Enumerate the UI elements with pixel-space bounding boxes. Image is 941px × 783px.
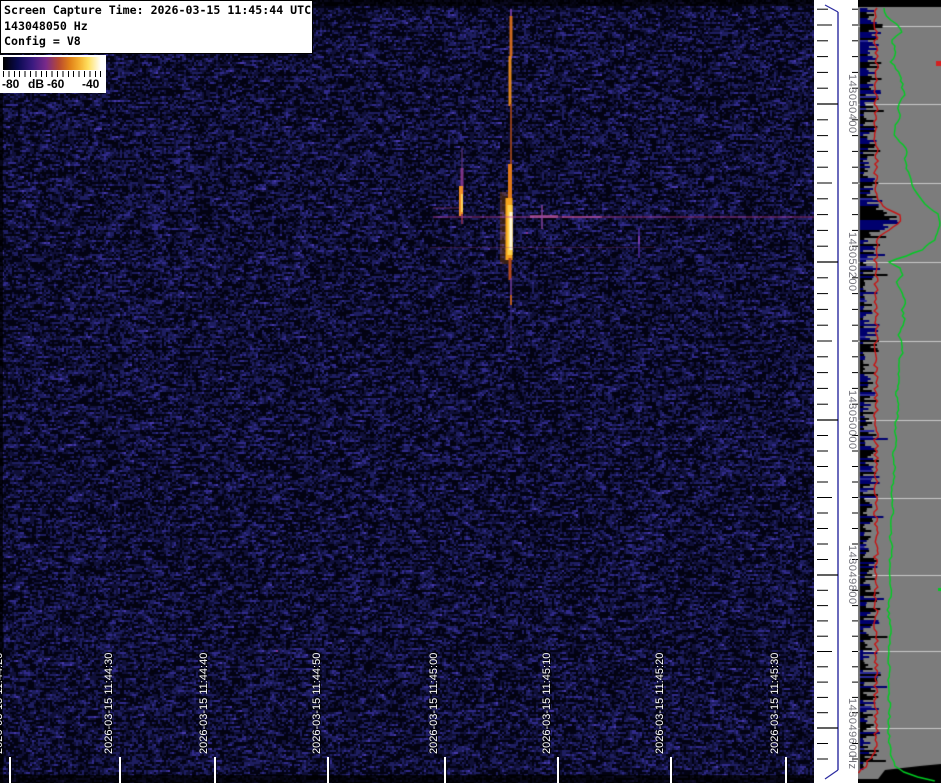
time-tick xyxy=(557,757,559,783)
color-scale-legend: -80 dB -60 -40 xyxy=(0,55,106,93)
freq-unit-label: Hz xyxy=(846,755,858,770)
color-scale-label: -40 xyxy=(82,77,100,91)
color-scale-label: -60 xyxy=(47,77,65,91)
color-scale-label: -80 xyxy=(2,77,20,91)
time-label: 2026-03-15 11:44:50 xyxy=(311,652,323,754)
config-text: Config = V8 xyxy=(4,34,81,48)
time-tick xyxy=(444,757,446,783)
freq-label: 143050400 xyxy=(846,74,858,134)
color-scale-label: dB xyxy=(28,77,44,91)
time-tick xyxy=(327,757,329,783)
capture-time-text: Screen Capture Time: 2026-03-15 11:45:44… xyxy=(4,3,312,17)
frequency-text: 143048050 Hz xyxy=(4,18,88,33)
time-label: 2026-03-15 11:44:20 xyxy=(0,652,5,754)
spectrum-lab-window: 143050400 143050200 143050000 143049800 … xyxy=(0,0,941,783)
freq-label: 143050200 xyxy=(846,232,858,292)
spectrum-graph[interactable] xyxy=(858,0,941,783)
time-label: 2026-03-15 11:45:00 xyxy=(428,652,440,754)
time-label: 2026-03-15 11:45:10 xyxy=(541,652,553,754)
time-tick xyxy=(670,757,672,783)
time-tick xyxy=(9,757,11,783)
freq-label: 143050000 xyxy=(846,390,858,450)
time-tick xyxy=(214,757,216,783)
freq-label: 143049600 xyxy=(846,698,858,758)
time-tick xyxy=(785,757,787,783)
time-label: 2026-03-15 11:44:40 xyxy=(198,652,210,754)
color-scale-gradient xyxy=(3,57,101,70)
time-tick xyxy=(119,757,121,783)
time-label: 2026-03-15 11:44:30 xyxy=(103,652,115,754)
time-label: 2026-03-15 11:45:30 xyxy=(769,652,781,754)
time-label: 2026-03-15 11:45:20 xyxy=(654,652,666,754)
waterfall-spectrogram[interactable] xyxy=(0,0,814,783)
freq-label: 143049800 xyxy=(846,545,858,605)
capture-info-box: Screen Capture Time: 2026-03-15 11:45:44… xyxy=(0,0,313,54)
